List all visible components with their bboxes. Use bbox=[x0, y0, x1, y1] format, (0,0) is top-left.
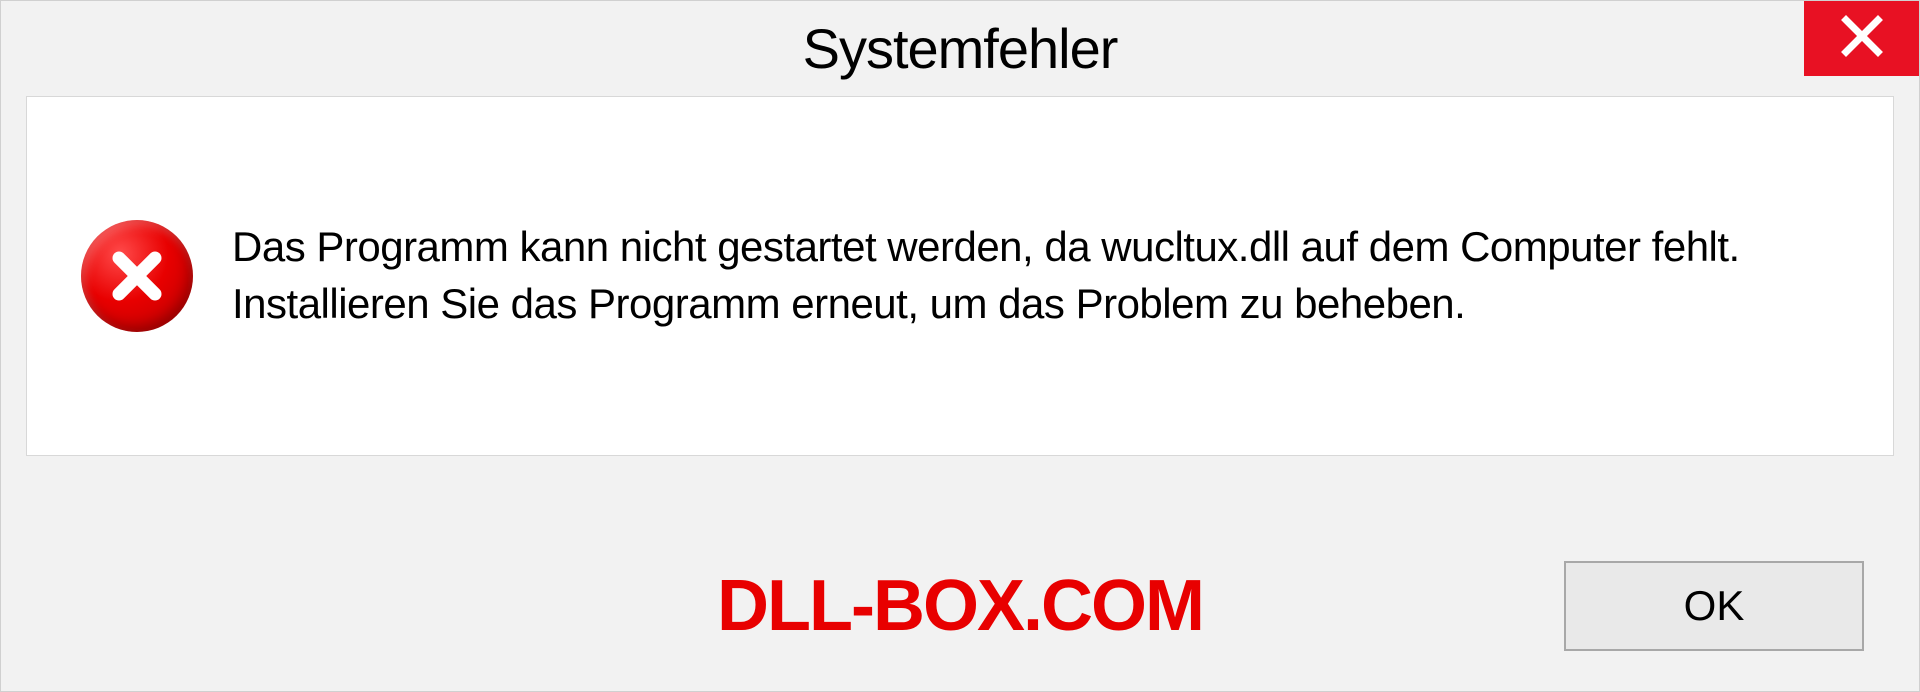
dialog-footer: DLL-BOX.COM OK bbox=[1, 551, 1919, 661]
content-panel: Das Programm kann nicht gestartet werden… bbox=[26, 96, 1894, 456]
close-button[interactable] bbox=[1804, 1, 1919, 76]
watermark-text: DLL-BOX.COM bbox=[717, 565, 1203, 647]
ok-button[interactable]: OK bbox=[1564, 561, 1864, 651]
close-icon bbox=[1840, 14, 1884, 63]
titlebar: Systemfehler bbox=[1, 1, 1919, 96]
error-message: Das Programm kann nicht gestartet werden… bbox=[232, 219, 1843, 332]
dialog-title: Systemfehler bbox=[803, 16, 1118, 81]
error-dialog: Systemfehler Das Programm kann nicht ges… bbox=[0, 0, 1920, 692]
error-icon bbox=[77, 220, 197, 332]
